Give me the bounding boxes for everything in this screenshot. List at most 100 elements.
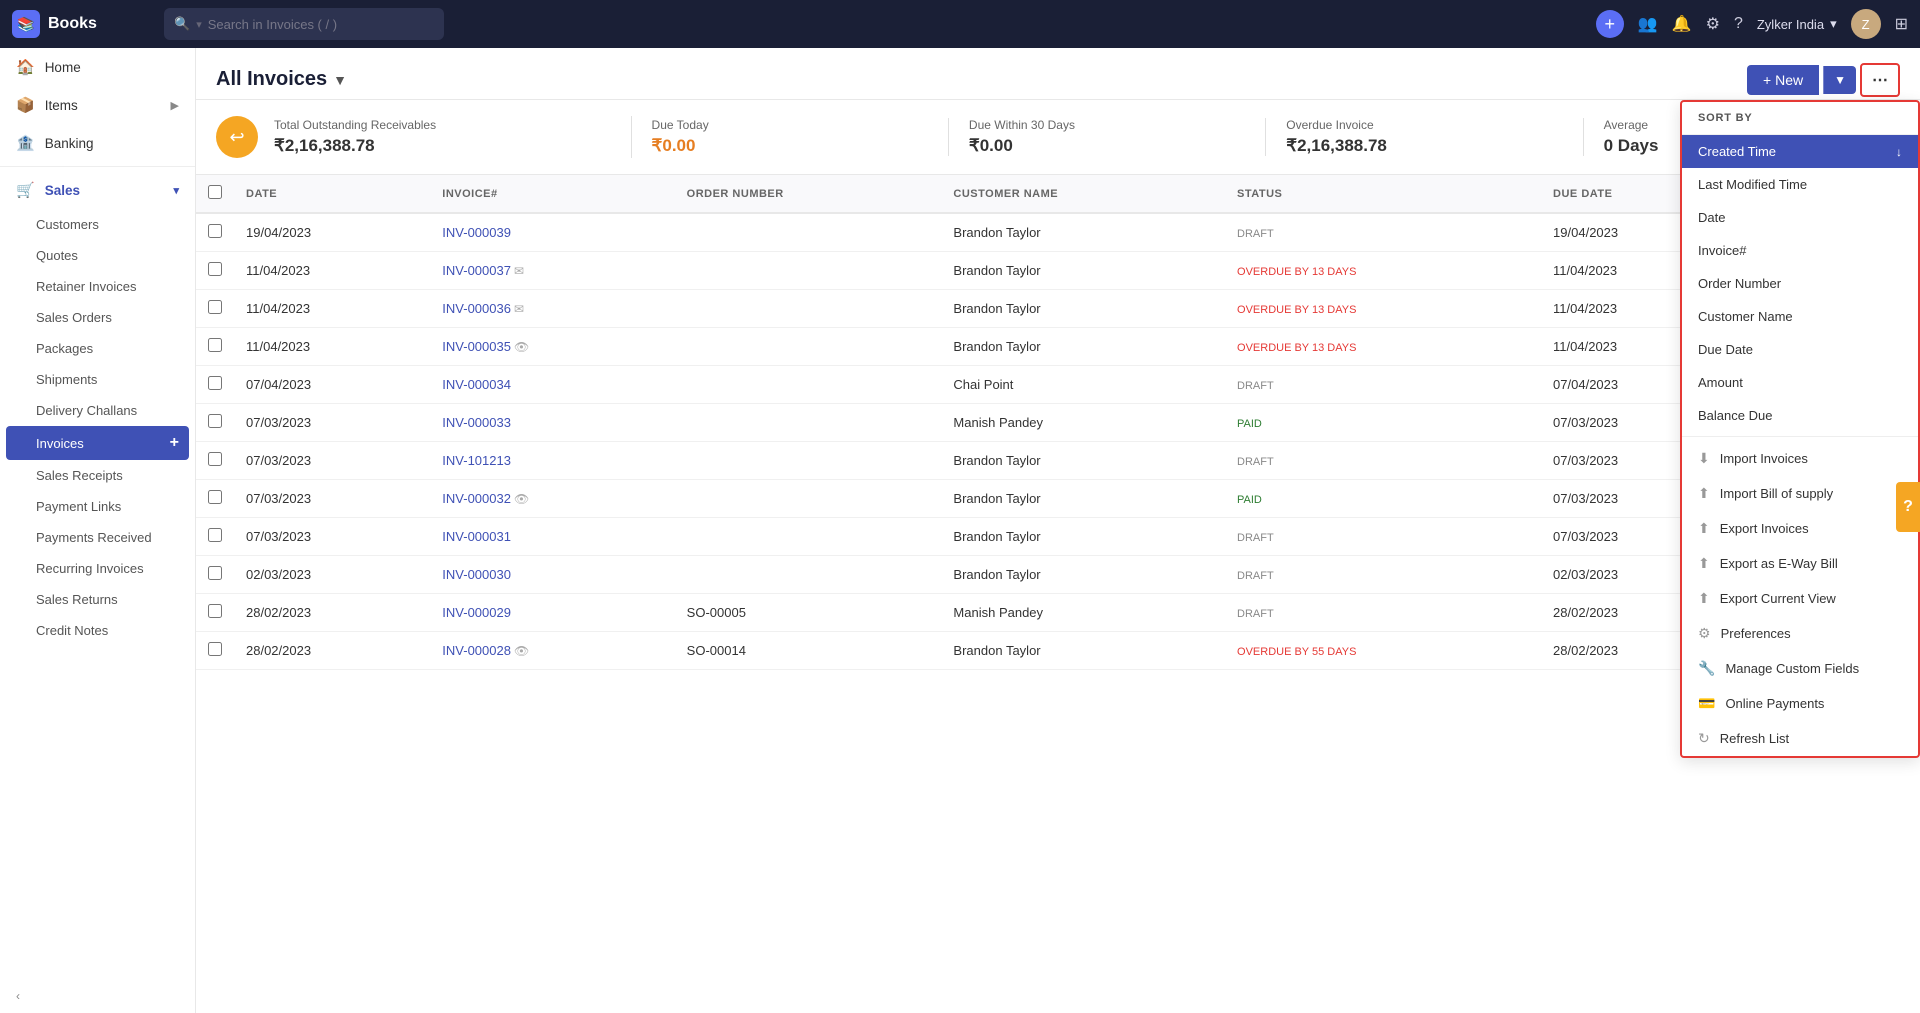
sidebar-item-banking[interactable]: 🏦 Banking — [0, 124, 195, 162]
cell-invoice[interactable]: INV-000031 — [430, 518, 674, 556]
sort-item-customer-name[interactable]: Customer Name — [1682, 300, 1918, 333]
sidebar-item-payment-links[interactable]: Payment Links — [0, 491, 195, 522]
settings-icon[interactable]: ⚙ — [1706, 14, 1720, 34]
sidebar-item-customers[interactable]: Customers — [0, 209, 195, 240]
sidebar-collapse-button[interactable]: ‹ — [0, 979, 195, 1013]
sort-item-invoice-num[interactable]: Invoice# — [1682, 234, 1918, 267]
sidebar-item-invoices[interactable]: Invoices + — [6, 426, 189, 460]
cell-invoice[interactable]: INV-000028👁 — [430, 632, 674, 670]
th-order-number[interactable]: ORDER NUMBER — [675, 175, 942, 213]
sidebar-item-home[interactable]: 🏠 Home — [0, 48, 195, 86]
quick-add-button[interactable]: + — [1596, 10, 1624, 38]
help-icon[interactable]: ? — [1734, 15, 1743, 33]
table-row[interactable]: 11/04/2023 INV-000036✉ Brandon Taylor OV… — [196, 290, 1920, 328]
table-row[interactable]: 07/03/2023 INV-101213 Brandon Taylor DRA… — [196, 442, 1920, 480]
table-row[interactable]: 28/02/2023 INV-000028👁 SO-00014 Brandon … — [196, 632, 1920, 670]
table-row[interactable]: 11/04/2023 INV-000035👁 Brandon Taylor OV… — [196, 328, 1920, 366]
table-row[interactable]: 07/03/2023 INV-000032👁 Brandon Taylor PA… — [196, 480, 1920, 518]
cell-checkbox[interactable] — [196, 480, 234, 518]
brand-logo[interactable]: 📚 Books — [12, 10, 152, 38]
row-checkbox-0[interactable] — [208, 224, 222, 238]
sort-item-manage-custom[interactable]: 🔧 Manage Custom Fields — [1682, 651, 1918, 686]
sort-item-due-date[interactable]: Due Date — [1682, 333, 1918, 366]
notifications-icon[interactable]: 🔔 — [1672, 14, 1692, 34]
sidebar-item-sales-returns[interactable]: Sales Returns — [0, 584, 195, 615]
cell-invoice[interactable]: INV-000035👁 — [430, 328, 674, 366]
sidebar-item-items[interactable]: 📦 Items ▶ — [0, 86, 195, 124]
sort-item-import-invoices[interactable]: ⬇ Import Invoices — [1682, 441, 1918, 476]
row-checkbox-5[interactable] — [208, 414, 222, 428]
sidebar-item-quotes[interactable]: Quotes — [0, 240, 195, 271]
sidebar-item-packages[interactable]: Packages — [0, 333, 195, 364]
cell-checkbox[interactable] — [196, 518, 234, 556]
cell-checkbox[interactable] — [196, 442, 234, 480]
sort-item-date[interactable]: Date — [1682, 201, 1918, 234]
table-row[interactable]: 02/03/2023 INV-000030 Brandon Taylor DRA… — [196, 556, 1920, 594]
sort-item-import-bill-supply[interactable]: ⬆ Import Bill of supply — [1682, 476, 1918, 511]
cell-checkbox[interactable] — [196, 594, 234, 632]
cell-checkbox[interactable] — [196, 632, 234, 670]
sort-item-created-time[interactable]: Created Time — [1682, 135, 1918, 168]
invoice-link[interactable]: INV-000034 — [442, 377, 511, 392]
new-button[interactable]: + New — [1747, 65, 1819, 95]
sidebar-item-sales-receipts[interactable]: Sales Receipts — [0, 460, 195, 491]
more-options-button[interactable]: ⋯ — [1860, 63, 1900, 97]
row-checkbox-1[interactable] — [208, 262, 222, 276]
avatar[interactable]: Z — [1851, 9, 1881, 39]
invoice-link[interactable]: INV-000035 — [442, 339, 511, 354]
th-customer-name[interactable]: CUSTOMER NAME — [941, 175, 1225, 213]
invoice-link[interactable]: INV-000030 — [442, 567, 511, 582]
sort-item-export-current[interactable]: ⬆ Export Current View — [1682, 581, 1918, 616]
new-dropdown-button[interactable]: ▼ — [1823, 66, 1856, 94]
table-row[interactable]: 07/04/2023 INV-000034 Chai Point DRAFT 0… — [196, 366, 1920, 404]
cell-invoice[interactable]: INV-000032👁 — [430, 480, 674, 518]
sort-item-balance-due[interactable]: Balance Due — [1682, 399, 1918, 432]
table-row[interactable]: 19/04/2023 INV-000039 Brandon Taylor DRA… — [196, 213, 1920, 252]
page-title-dropdown-icon[interactable]: ▼ — [333, 72, 347, 88]
row-checkbox-3[interactable] — [208, 338, 222, 352]
th-select-all[interactable] — [196, 175, 234, 213]
sort-item-last-modified[interactable]: Last Modified Time — [1682, 168, 1918, 201]
select-all-checkbox[interactable] — [208, 185, 222, 199]
invoice-link[interactable]: INV-000031 — [442, 529, 511, 544]
cell-invoice[interactable]: INV-000036✉ — [430, 290, 674, 328]
search-bar[interactable]: 🔍 ▾ — [164, 8, 444, 40]
invoice-link[interactable]: INV-000032 — [442, 491, 511, 506]
row-checkbox-8[interactable] — [208, 528, 222, 542]
invoice-link[interactable]: INV-101213 — [442, 453, 511, 468]
sidebar-item-payments-received[interactable]: Payments Received — [0, 522, 195, 553]
cell-checkbox[interactable] — [196, 328, 234, 366]
cell-checkbox[interactable] — [196, 213, 234, 252]
sidebar-item-recurring-invoices[interactable]: Recurring Invoices — [0, 553, 195, 584]
row-checkbox-2[interactable] — [208, 300, 222, 314]
th-date[interactable]: DATE — [234, 175, 430, 213]
sort-item-refresh-list[interactable]: ↻ Refresh List — [1682, 721, 1918, 756]
invoice-link[interactable]: INV-000039 — [442, 225, 511, 240]
sidebar-item-retainer-invoices[interactable]: Retainer Invoices — [0, 271, 195, 302]
cell-checkbox[interactable] — [196, 556, 234, 594]
row-checkbox-4[interactable] — [208, 376, 222, 390]
table-row[interactable]: 07/03/2023 INV-000031 Brandon Taylor DRA… — [196, 518, 1920, 556]
sort-item-order-number[interactable]: Order Number — [1682, 267, 1918, 300]
cell-checkbox[interactable] — [196, 404, 234, 442]
sort-item-preferences[interactable]: ⚙ Preferences — [1682, 616, 1918, 651]
cell-checkbox[interactable] — [196, 290, 234, 328]
row-checkbox-7[interactable] — [208, 490, 222, 504]
sort-item-online-payments[interactable]: 💳 Online Payments — [1682, 686, 1918, 721]
cell-checkbox[interactable] — [196, 252, 234, 290]
table-row[interactable]: 07/03/2023 INV-000033 Manish Pandey PAID… — [196, 404, 1920, 442]
cell-invoice[interactable]: INV-101213 — [430, 442, 674, 480]
row-checkbox-11[interactable] — [208, 642, 222, 656]
cell-invoice[interactable]: INV-000033 — [430, 404, 674, 442]
table-row[interactable]: 11/04/2023 INV-000037✉ Brandon Taylor OV… — [196, 252, 1920, 290]
sort-item-amount[interactable]: Amount — [1682, 366, 1918, 399]
invoices-add-icon[interactable]: + — [170, 434, 179, 452]
invoice-link[interactable]: INV-000037 — [442, 263, 511, 278]
sidebar-item-sales[interactable]: 🛒 Sales ▾ — [0, 171, 195, 209]
sidebar-item-sales-orders[interactable]: Sales Orders — [0, 302, 195, 333]
sort-item-export-eway[interactable]: ⬆ Export as E-Way Bill — [1682, 546, 1918, 581]
th-status[interactable]: STATUS — [1225, 175, 1541, 213]
th-invoice[interactable]: INVOICE# — [430, 175, 674, 213]
sidebar-item-delivery-challans[interactable]: Delivery Challans — [0, 395, 195, 426]
invoice-link[interactable]: INV-000029 — [442, 605, 511, 620]
